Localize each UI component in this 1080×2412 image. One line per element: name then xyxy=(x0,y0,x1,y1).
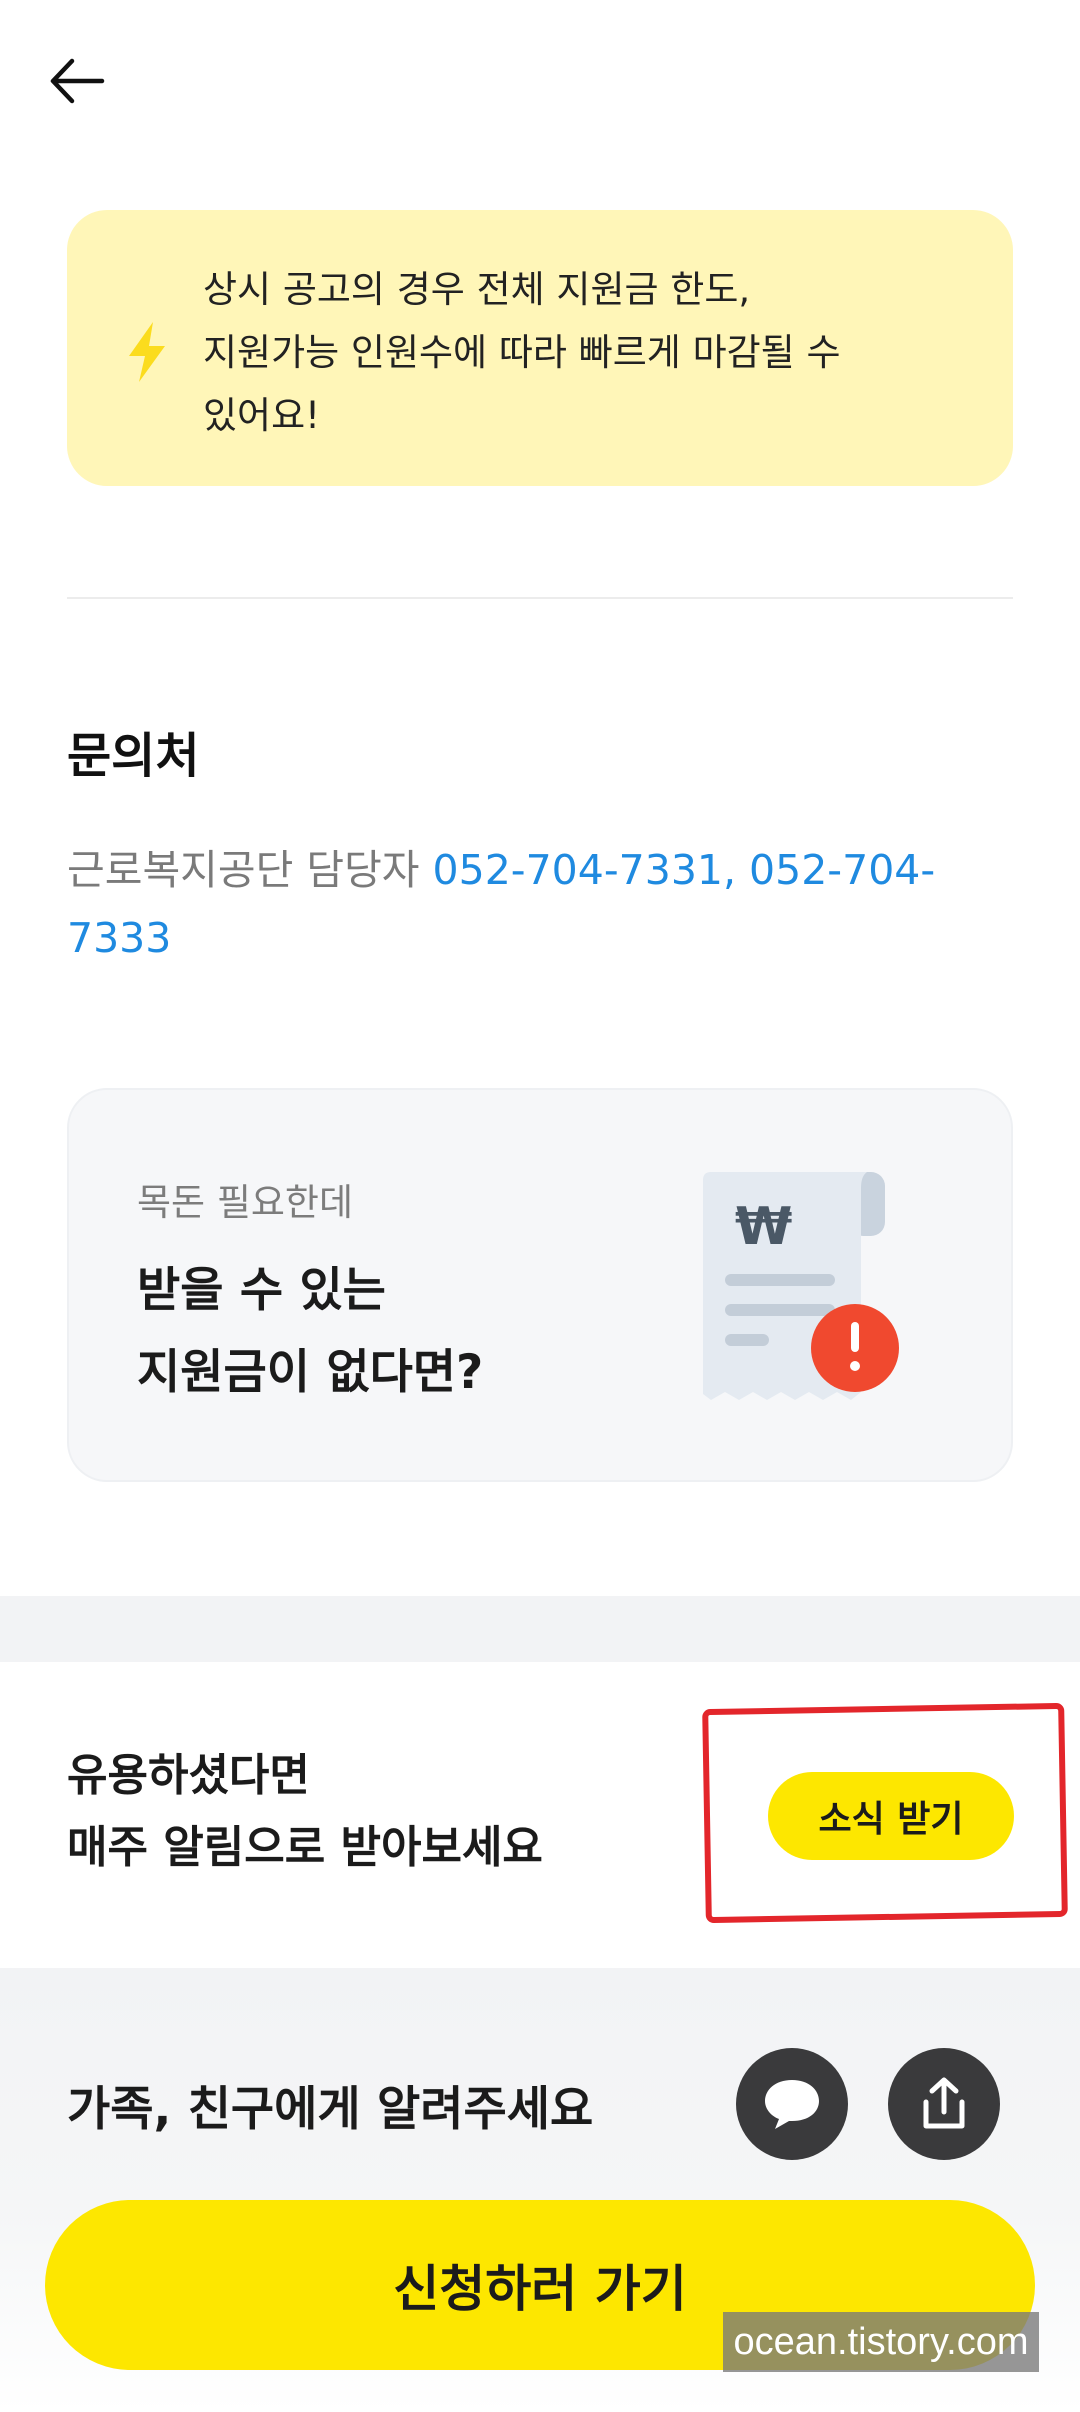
lightning-icon xyxy=(129,322,165,382)
notice-line: 있어요! xyxy=(203,394,320,437)
notice-banner: 상시 공고의 경우 전체 지원금 한도, 지원가능 인원수에 따라 빠르게 마감… xyxy=(67,210,1013,486)
svg-text:₩: ₩ xyxy=(735,1197,792,1257)
annotation-highlight-box xyxy=(702,1702,1068,1924)
kakao-share-button[interactable] xyxy=(736,2048,848,2160)
subscribe-line: 매주 알림으로 받아보세요 xyxy=(67,1822,543,1873)
promo-subtitle: 목돈 필요한데 xyxy=(137,1181,354,1224)
contact-title: 문의처 xyxy=(67,728,200,784)
subscribe-line: 유용하셨다면 xyxy=(67,1750,310,1801)
arrow-left-icon xyxy=(50,58,105,104)
back-button[interactable] xyxy=(44,46,114,116)
share-button[interactable] xyxy=(888,2048,1000,2160)
share-upload-icon xyxy=(923,2077,965,2129)
promo-title-line: 받을 수 있는 xyxy=(137,1263,386,1318)
section-spacer xyxy=(0,1596,1080,1662)
promo-title: 받을 수 있는 지원금이 없다면? xyxy=(137,1250,697,1414)
promo-card[interactable]: 목돈 필요한데 받을 수 있는 지원금이 없다면? ₩ xyxy=(67,1088,1013,1482)
section-divider xyxy=(67,597,1013,599)
speech-bubble-icon xyxy=(765,2080,819,2129)
contact-info: 근로복지공단 담당자 052-704-7331, 052-704-7333 xyxy=(67,836,997,972)
promo-title-line: 지원금이 없다면? xyxy=(137,1345,484,1400)
notice-line: 지원가능 인원수에 따라 빠르게 마감될 수 xyxy=(203,331,841,374)
notice-text: 상시 공고의 경우 전체 지원금 한도, 지원가능 인원수에 따라 빠르게 마감… xyxy=(203,258,963,447)
share-label: 가족, 친구에게 알려주세요 xyxy=(67,2082,594,2137)
contact-label: 근로복지공단 담당자 xyxy=(67,846,433,894)
notice-line: 상시 공고의 경우 전체 지원금 한도, xyxy=(203,268,751,311)
watermark: ocean.tistory.com xyxy=(723,2312,1039,2372)
subscribe-message: 유용하셨다면 매주 알림으로 받아보세요 xyxy=(67,1740,687,1884)
receipt-won-alert-icon: ₩ xyxy=(703,1172,899,1400)
